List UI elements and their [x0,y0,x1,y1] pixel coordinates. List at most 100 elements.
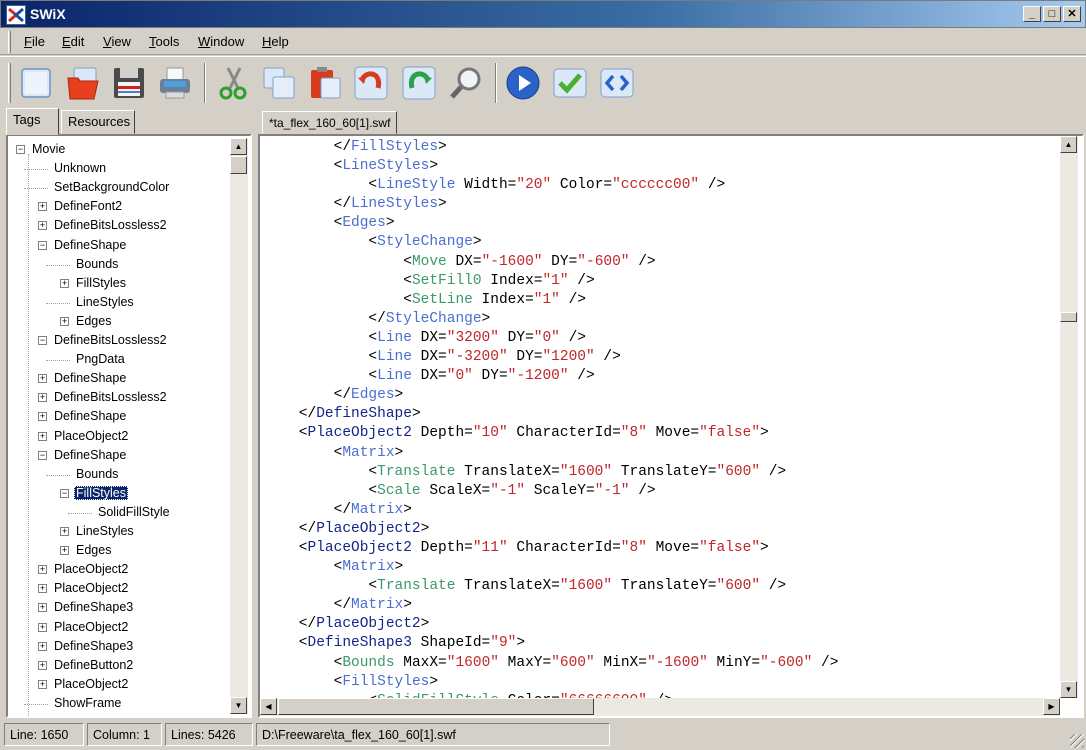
tree-item[interactable]: Edges [74,312,113,331]
run-button[interactable] [503,63,543,103]
scroll-down-button[interactable]: ▼ [230,697,247,714]
tree-item[interactable]: DefineShape [52,236,128,255]
code-line[interactable]: <Matrix> [264,444,1054,463]
tree-item[interactable]: SolidFillStyle [96,503,172,522]
tree-item[interactable]: PlaceObject2 [52,618,130,637]
code-area[interactable]: </FillStyles> <LineStyles> <LineStyle Wi… [264,138,1054,698]
code-line[interactable]: </LineStyles> [264,195,1054,214]
collapse-icon[interactable]: − [60,488,69,498]
expand-icon[interactable]: + [38,431,47,441]
expand-icon[interactable]: + [38,584,47,594]
editor-vertical-scrollbar[interactable]: ▲ ▼ [1060,136,1078,698]
code-line[interactable]: <LineStyle Width="20" Color="cccccc00" /… [264,176,1054,195]
print-button[interactable] [155,63,195,103]
tree-item[interactable]: DefineButton2 [52,656,135,675]
tree-item[interactable]: DefineShape [52,369,128,388]
code-line[interactable]: <Edges> [264,214,1054,233]
maximize-button[interactable]: □ [1043,6,1061,22]
scroll-thumb[interactable] [278,698,594,715]
tree-item[interactable]: Bounds [74,255,120,274]
validate-button[interactable] [550,63,590,103]
resize-grip[interactable] [1070,734,1084,748]
code-line[interactable]: <SetFill0 Index="1" /> [264,272,1054,291]
tree-item[interactable]: DefineShape3 [52,598,135,617]
menu-tools[interactable]: Tools [149,34,179,49]
tree-item[interactable]: DefineBitsLossless2 [52,216,169,235]
code-line[interactable]: <Bounds MaxX="1600" MaxY="600" MinX="-16… [264,654,1054,673]
tree-item[interactable]: FillStyles [74,484,129,503]
code-line[interactable]: </Matrix> [264,596,1054,615]
tree-item[interactable]: FillStyles [74,274,128,293]
paste-button[interactable] [305,63,345,103]
code-line[interactable]: </PlaceObject2> [264,520,1054,539]
expand-icon[interactable]: + [60,278,69,288]
save-button[interactable] [109,63,149,103]
copy-button[interactable] [259,63,299,103]
code-line[interactable]: <Move DX="-1600" DY="-600" /> [264,253,1054,272]
code-line[interactable]: </PlaceObject2> [264,615,1054,634]
expand-icon[interactable]: + [38,660,47,670]
code-line[interactable]: <Matrix> [264,558,1054,577]
tree-item[interactable]: DefineShape [52,407,128,426]
code-line[interactable]: <StyleChange> [264,233,1054,252]
menu-edit[interactable]: Edit [62,34,84,49]
tree-vertical-scrollbar[interactable]: ▲ ▼ [230,138,248,714]
expand-icon[interactable]: + [60,527,69,536]
minimize-button[interactable]: _ [1023,6,1041,22]
expand-icon[interactable]: + [38,641,47,651]
expand-icon[interactable]: + [38,393,47,403]
close-button[interactable]: ✕ [1063,6,1081,22]
scroll-thumb[interactable] [1060,312,1077,322]
tree-item[interactable]: PlaceObject2 [52,675,130,694]
scroll-up-button[interactable]: ▲ [1060,136,1077,153]
code-line[interactable]: </StyleChange> [264,310,1054,329]
document-tab[interactable]: *ta_flex_160_60[1].swf [262,111,398,134]
undo-button[interactable] [351,63,391,103]
expand-icon[interactable]: + [38,679,47,689]
expand-icon[interactable]: + [60,316,69,326]
tree-item[interactable]: PlaceObject2 [52,560,130,579]
tree-item[interactable]: Unknown [52,159,108,178]
tree-item[interactable]: Edges [74,541,113,560]
xml-editor[interactable]: </FillStyles> <LineStyles> <LineStyle Wi… [258,134,1084,718]
menu-view[interactable]: View [103,34,131,49]
code-line[interactable]: <Line DX="0" DY="-1200" /> [264,367,1054,386]
code-line[interactable]: </FillStyles> [264,138,1054,157]
code-line[interactable]: <DefineShape3 ShapeId="9"> [264,634,1054,653]
tree-item[interactable]: PlaceObject2 [52,579,130,598]
menu-window[interactable]: Window [198,34,244,49]
expand-icon[interactable]: + [60,546,69,556]
tree-item[interactable]: LineStyles [74,293,136,312]
code-line[interactable]: </DefineShape> [264,405,1054,424]
format-button[interactable] [597,63,637,103]
tab-tags[interactable]: Tags [6,108,59,135]
code-line[interactable]: <Line DX="3200" DY="0" /> [264,329,1054,348]
expand-icon[interactable]: + [38,565,47,575]
code-line[interactable]: <Translate TranslateX="1600" TranslateY=… [264,577,1054,596]
menu-file[interactable]: File [24,34,45,49]
collapse-icon[interactable]: − [38,450,47,460]
scroll-right-button[interactable]: ▶ [1043,698,1060,715]
code-line[interactable]: </Matrix> [264,501,1054,520]
tree-item[interactable]: SetBackgroundColor [52,178,171,197]
tree-item[interactable]: PngData [74,350,127,369]
tree-item[interactable]: Movie [30,140,67,159]
code-line[interactable]: <Translate TranslateX="1600" TranslateY=… [264,463,1054,482]
tree-item[interactable]: DefineBitsLossless2 [52,331,169,350]
scroll-down-button[interactable]: ▼ [1060,681,1077,698]
toolbar-grip[interactable] [8,63,11,103]
expand-icon[interactable]: + [38,221,47,231]
new-button[interactable] [17,63,57,103]
tree-item[interactable]: DefineFont2 [52,197,124,216]
scroll-up-button[interactable]: ▲ [230,138,247,155]
code-line[interactable]: <PlaceObject2 Depth="10" CharacterId="8"… [264,424,1054,443]
open-button[interactable] [63,63,103,103]
find-button[interactable] [446,63,486,103]
code-line[interactable]: <SetLine Index="1" /> [264,291,1054,310]
tree-item[interactable]: Bounds [74,465,120,484]
expand-icon[interactable]: + [38,603,47,613]
tree-item[interactable]: DefineShape [52,446,128,465]
expand-icon[interactable]: + [38,374,47,384]
code-line[interactable]: <PlaceObject2 Depth="11" CharacterId="8"… [264,539,1054,558]
tree-item[interactable]: LineStyles [74,522,136,541]
